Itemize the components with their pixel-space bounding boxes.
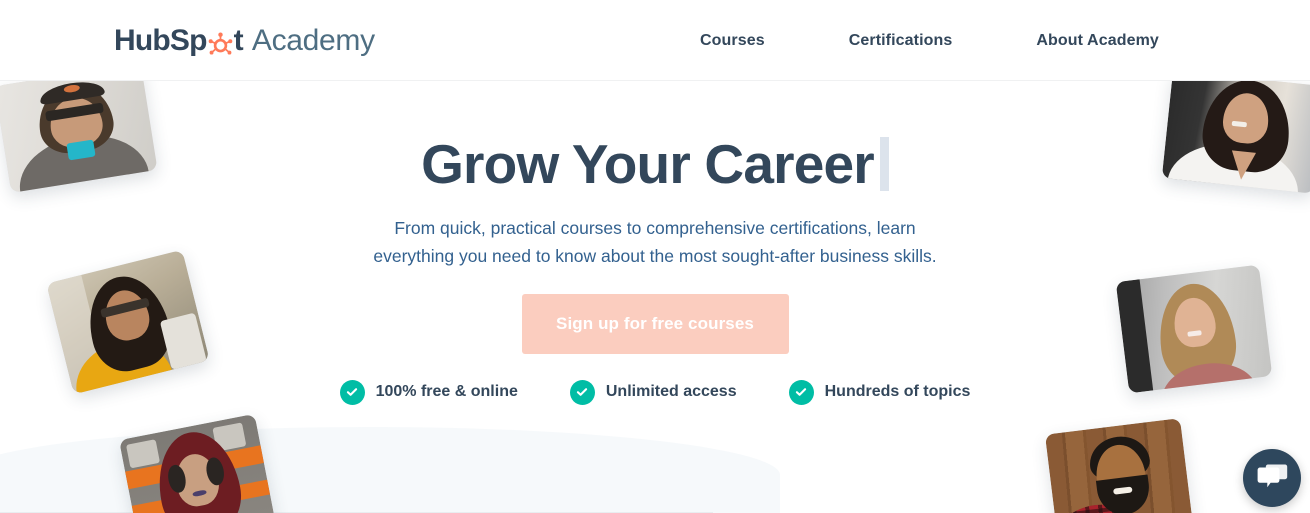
logo-brand-text: HubSp <box>114 24 207 57</box>
feature-item-hundreds-of-topics: Hundreds of topics <box>788 379 971 405</box>
hero-subtitle-line-1: From quick, practical courses to compreh… <box>394 217 916 238</box>
hero-content: Grow Your Career From quick, practical c… <box>0 81 1310 405</box>
nav-item-certifications[interactable]: Certifications <box>849 32 953 50</box>
photo-card-bottom-right <box>1044 418 1194 513</box>
hero-subtitle: From quick, practical courses to compreh… <box>0 214 1310 271</box>
logo-brand-tail-text: t <box>233 24 244 57</box>
hero-section: Grow Your Career From quick, practical c… <box>0 81 1310 513</box>
nav-item-courses[interactable]: Courses <box>700 32 765 50</box>
page-title: Grow Your Career <box>0 134 1310 195</box>
decorative-wave-shape <box>0 427 780 513</box>
check-circle-icon <box>569 379 595 405</box>
hubspot-sprocket-icon <box>207 30 234 57</box>
check-circle-icon <box>788 379 814 405</box>
feature-item-unlimited-access: Unlimited access <box>569 379 737 405</box>
feature-list: 100% free & online Unlimited access Hund… <box>0 379 1310 405</box>
chat-bubbles-icon <box>1257 462 1288 495</box>
photo-card-bottom-left <box>118 413 276 513</box>
cta-container: Sign up for free courses <box>0 293 1310 354</box>
typewriter-caret <box>879 137 889 192</box>
chat-widget-button[interactable] <box>1243 449 1301 507</box>
site-header: HubSp t Academy Courses Certifications A… <box>0 0 1310 81</box>
feature-label: Unlimited access <box>605 383 737 401</box>
feature-item-free-online: 100% free & online <box>339 379 518 405</box>
check-circle-icon <box>339 379 365 405</box>
logo-product-text: Academy <box>251 24 375 57</box>
feature-label: Hundreds of topics <box>824 383 971 401</box>
main-navigation: Courses Certifications About Academy <box>700 0 1159 81</box>
signup-free-courses-button[interactable]: Sign up for free courses <box>521 293 789 354</box>
nav-item-about-academy[interactable]: About Academy <box>1036 32 1159 50</box>
hubspot-academy-logo[interactable]: HubSp t Academy <box>114 20 375 62</box>
hero-subtitle-line-2: everything you need to know about the mo… <box>373 246 937 267</box>
headline-text: Grow Your Career <box>421 133 875 195</box>
feature-label: 100% free & online <box>375 383 518 401</box>
